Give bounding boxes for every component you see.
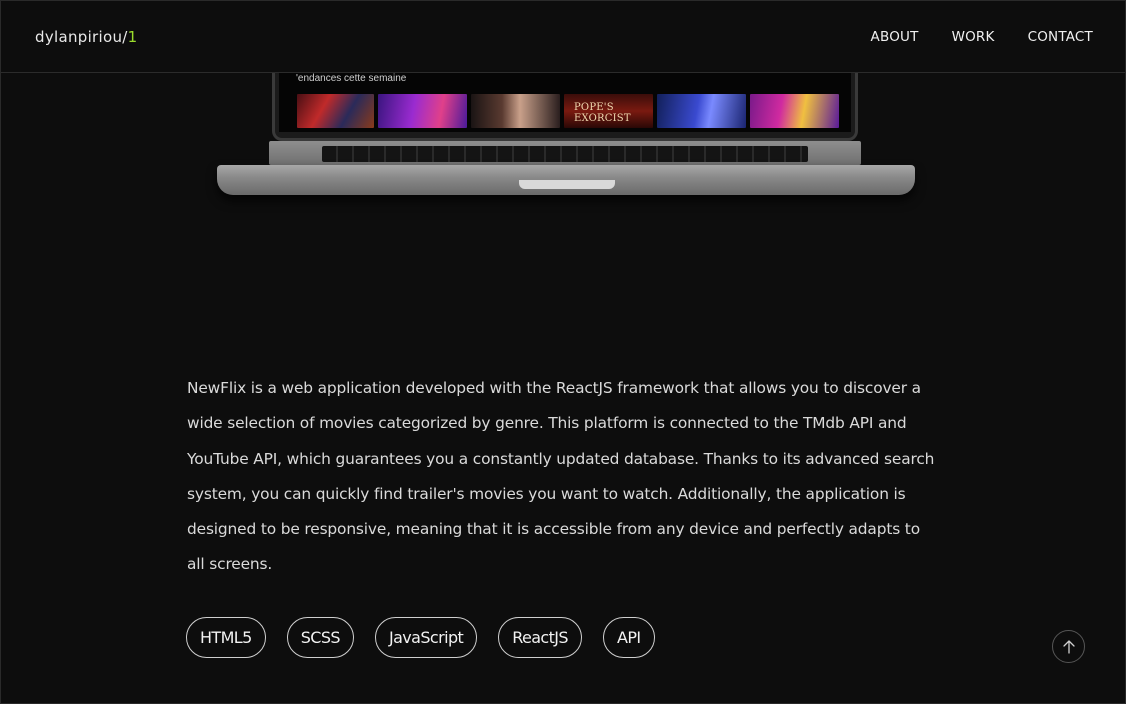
tech-tag-list: HTML5 SCSS JavaScript ReactJS API <box>186 617 655 658</box>
project-description: NewFlix is a web application developed w… <box>187 379 935 574</box>
screen-caption: 'endances cette semaine <box>296 73 407 84</box>
nav-about-link[interactable]: ABOUT <box>871 29 919 45</box>
tech-tag: SCSS <box>286 617 354 658</box>
laptop-screen: 'endances cette semaine POPE'S EXORCIST <box>279 63 851 132</box>
nav-work-link[interactable]: WORK <box>952 29 995 45</box>
tech-tag: HTML5 <box>186 617 266 658</box>
laptop-screen-bezel: 'endances cette semaine POPE'S EXORCIST <box>272 63 858 141</box>
tech-tag: JavaScript <box>374 617 478 658</box>
tech-tag: ReactJS <box>498 617 582 658</box>
site-header: dylanpiriou/1 ABOUT WORK CONTACT <box>1 1 1125 73</box>
logo-name: dylanpiriou <box>35 27 123 46</box>
movie-poster <box>378 94 467 128</box>
poster-row: POPE'S EXORCIST <box>297 94 839 128</box>
laptop-mockup: 'endances cette semaine POPE'S EXORCIST <box>217 63 915 213</box>
movie-poster <box>297 94 374 128</box>
laptop-keyboard <box>322 146 808 162</box>
poster-title: POPE'S EXORCIST <box>574 102 631 124</box>
nav-contact-link[interactable]: CONTACT <box>1028 29 1093 45</box>
page: dylanpiriou/1 ABOUT WORK CONTACT 'endanc… <box>0 0 1126 704</box>
movie-poster <box>657 94 746 128</box>
movie-poster <box>750 94 839 128</box>
laptop-notch <box>519 180 615 189</box>
arrow-up-icon <box>1062 639 1075 654</box>
logo-number: 1 <box>127 27 138 46</box>
movie-poster: POPE'S EXORCIST <box>564 94 653 128</box>
back-to-top-button[interactable] <box>1052 630 1085 663</box>
movie-poster <box>471 94 560 128</box>
main-nav: ABOUT WORK CONTACT <box>871 29 1093 45</box>
site-logo[interactable]: dylanpiriou/1 <box>35 28 137 46</box>
tech-tag: API <box>602 617 655 658</box>
